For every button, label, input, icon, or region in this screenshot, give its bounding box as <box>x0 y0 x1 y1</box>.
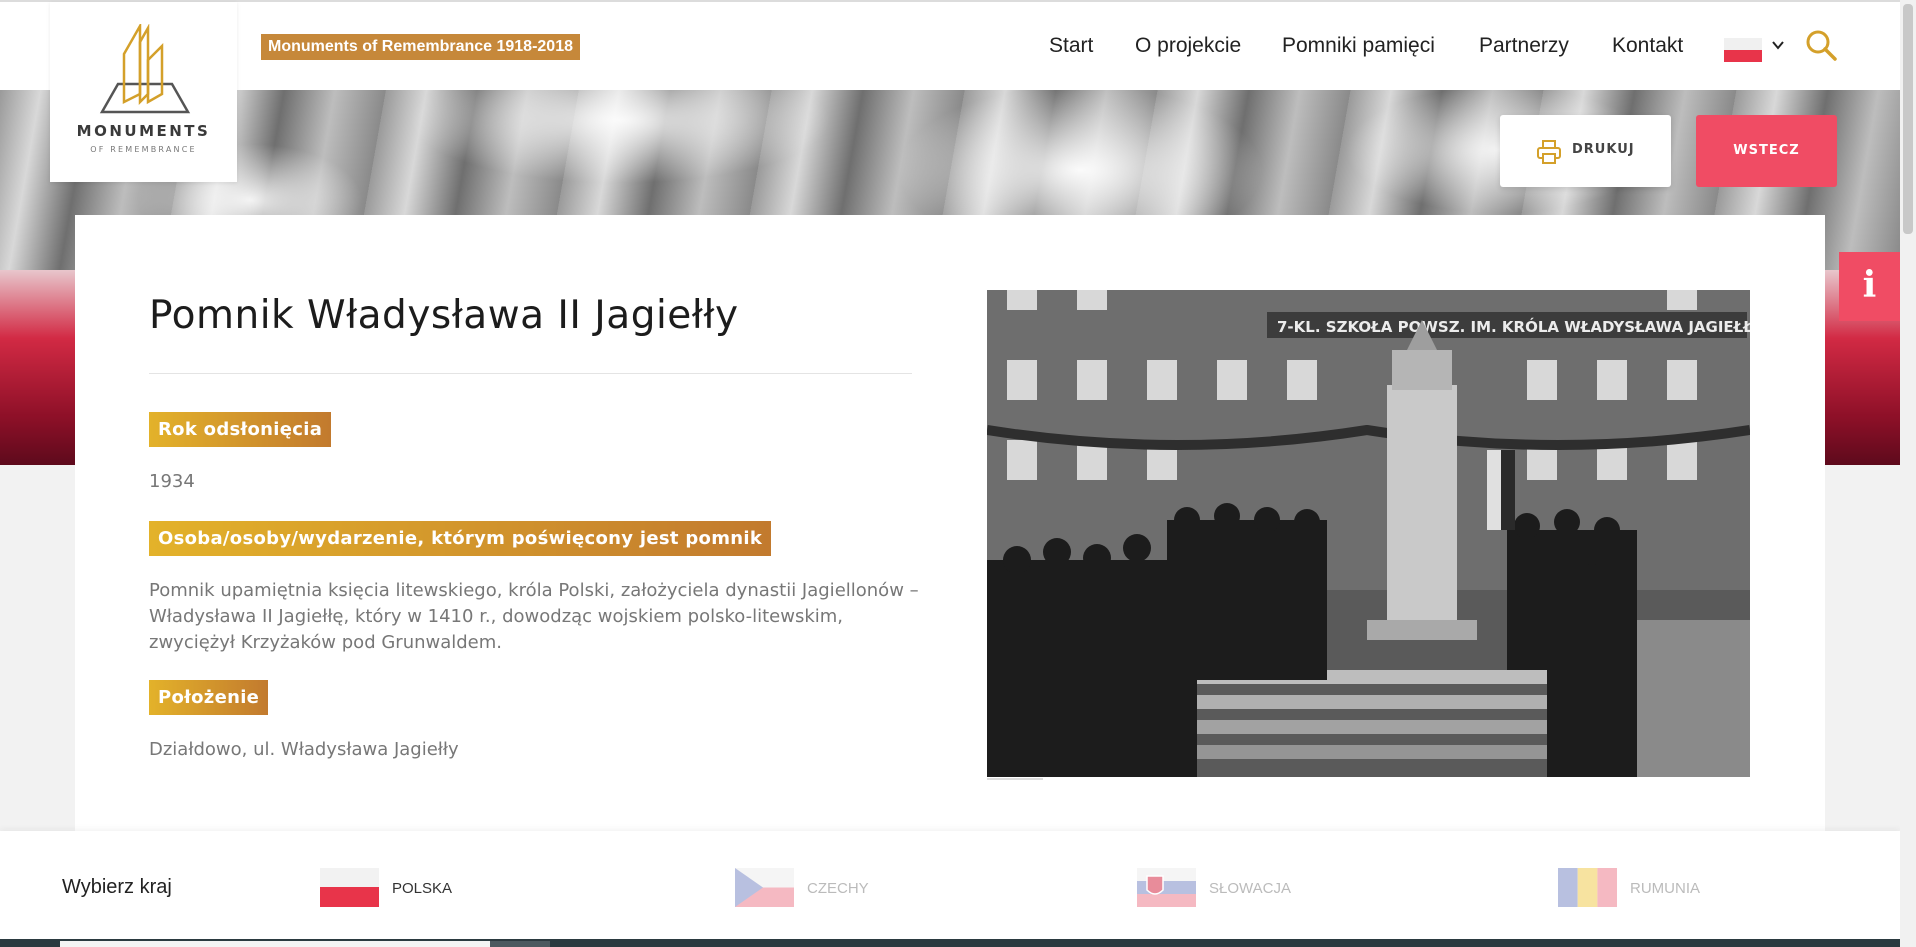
printer-icon <box>1537 140 1561 164</box>
photo-caption <box>987 778 1043 780</box>
field-value-location: Działdowo, ul. Władysława Jagiełły <box>149 739 459 760</box>
language-selector[interactable] <box>1724 35 1764 62</box>
country-name: SŁOWACJA <box>1209 880 1291 897</box>
flag-sk-icon <box>1137 868 1196 907</box>
logo-title: MONUMENTS <box>76 122 211 140</box>
country-name: CZECHY <box>807 880 869 897</box>
print-button-label: DRUKUJ <box>1572 142 1635 157</box>
country-czechy[interactable]: CZECHY <box>735 868 875 908</box>
chevron-down-icon[interactable] <box>1771 38 1785 52</box>
nav-pomniki-pamieci[interactable]: Pomniki pamięci <box>1282 34 1435 58</box>
choose-country-label: Wybierz kraj <box>62 876 172 898</box>
field-value-dedication: Pomnik upamiętnia księcia litewskiego, k… <box>149 580 919 653</box>
monument-card: Pomnik Władysława II Jagiełły Rok odsłon… <box>75 215 1825 835</box>
nav-partnerzy[interactable]: Partnerzy <box>1479 34 1569 58</box>
flag-ro-icon <box>1558 868 1617 907</box>
monument-photo[interactable]: 7-KL. SZKOŁA POWSZ. IM. KRÓLA WŁADYSŁAWA… <box>987 290 1750 777</box>
project-badge: Monuments of Remembrance 1918-2018 <box>261 34 580 60</box>
search-icon[interactable] <box>1804 28 1838 62</box>
field-label-year: Rok odsłonięcia <box>149 412 332 447</box>
flag-cz-icon <box>735 868 794 907</box>
country-polska[interactable]: POLSKA <box>320 868 452 908</box>
country-slowacja[interactable]: SŁOWACJA <box>1137 868 1297 908</box>
nav-start[interactable]: Start <box>1049 34 1093 58</box>
nav-o-projekcie[interactable]: O projekcie <box>1135 34 1241 58</box>
nav-kontakt[interactable]: Kontakt <box>1612 34 1683 58</box>
country-name: RUMUNIA <box>1630 880 1700 897</box>
print-button[interactable]: DRUKUJ <box>1500 115 1671 187</box>
flag-pl-icon <box>1724 38 1762 62</box>
taskbar-strip <box>0 939 1916 947</box>
country-selector-bar: Wybierz kraj POLSKA CZECHY SŁOWACJA RUMU… <box>0 831 1900 939</box>
title-divider <box>149 373 912 374</box>
info-button[interactable]: i <box>1839 252 1900 321</box>
field-value-year: 1934 <box>149 471 195 492</box>
field-label-location: Położenie <box>149 680 269 715</box>
country-name: POLSKA <box>392 880 453 897</box>
info-icon: i <box>1862 264 1877 306</box>
page-scrollbar[interactable] <box>1900 0 1916 947</box>
page-title: Pomnik Władysława II Jagiełły <box>149 293 739 338</box>
monument-logo-icon <box>99 24 191 114</box>
scrollbar-thumb[interactable] <box>1903 4 1913 234</box>
site-logo[interactable]: MONUMENTS OF REMEMBRANCE <box>50 2 237 182</box>
field-label-dedication: Osoba/osoby/wydarzenie, którym poświęcon… <box>149 521 772 556</box>
logo-subtitle: OF REMEMBRANCE <box>90 145 197 154</box>
country-rumunia[interactable]: RUMUNIA <box>1558 868 1718 908</box>
photo-banner-text: 7-KL. SZKOŁA POWSZ. IM. KRÓLA WŁADYSŁAWA… <box>1277 317 1750 336</box>
flag-pl-icon <box>320 868 379 907</box>
back-button-label: WSTECZ <box>1733 143 1800 158</box>
back-button[interactable]: WSTECZ <box>1696 115 1837 187</box>
site-header: Monuments of Remembrance 1918-2018 Start… <box>0 2 1900 90</box>
